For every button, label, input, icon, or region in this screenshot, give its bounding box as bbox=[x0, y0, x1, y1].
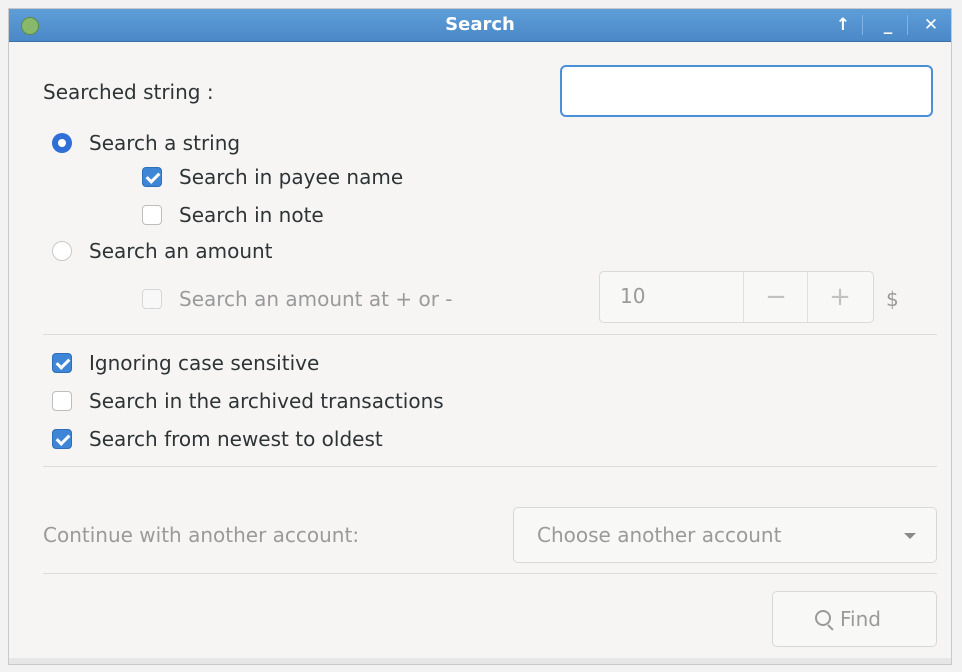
search-input[interactable] bbox=[560, 65, 933, 117]
close-button[interactable]: ✕ bbox=[919, 13, 943, 37]
note-label: Search in note bbox=[179, 203, 324, 227]
titlebar-separator bbox=[862, 15, 863, 35]
archived-label: Search in the archived transactions bbox=[89, 389, 444, 413]
window-title: Search bbox=[445, 14, 515, 35]
ignore-case-checkbox[interactable] bbox=[52, 353, 72, 373]
search-dialog: Search ↑ _ ✕ Searched string : Search a … bbox=[8, 8, 952, 665]
currency-label: $ bbox=[886, 287, 899, 311]
continue-label: Continue with another account: bbox=[43, 523, 360, 547]
ignore-case-label: Ignoring case sensitive bbox=[89, 351, 320, 375]
find-label: Find bbox=[840, 607, 881, 631]
search-amount-radio[interactable] bbox=[52, 241, 72, 261]
window-bottom-border bbox=[9, 658, 951, 664]
titlebar-separator bbox=[907, 15, 908, 35]
amount-spinner[interactable]: 10 − + bbox=[599, 271, 874, 323]
searched-string-label: Searched string : bbox=[43, 80, 214, 104]
account-combo-text: Choose another account bbox=[537, 523, 782, 547]
note-checkbox[interactable] bbox=[142, 205, 162, 225]
newest-first-checkbox[interactable] bbox=[52, 429, 72, 449]
divider bbox=[43, 466, 937, 467]
maximize-button[interactable]: ↑ bbox=[831, 13, 855, 37]
search-string-radio[interactable] bbox=[52, 133, 72, 153]
search-icon bbox=[815, 610, 831, 626]
amount-value[interactable]: 10 bbox=[620, 284, 645, 308]
divider bbox=[43, 573, 937, 574]
payee-name-label: Search in payee name bbox=[179, 165, 404, 189]
account-combo[interactable]: Choose another account bbox=[513, 507, 937, 563]
archived-checkbox[interactable] bbox=[52, 391, 72, 411]
chevron-down-icon bbox=[904, 533, 916, 539]
decrement-button[interactable]: − bbox=[743, 272, 808, 322]
newest-first-label: Search from newest to oldest bbox=[89, 427, 383, 451]
search-amount-label: Search an amount bbox=[89, 239, 273, 263]
payee-name-checkbox[interactable] bbox=[142, 167, 162, 187]
divider bbox=[43, 334, 937, 335]
search-string-label: Search a string bbox=[89, 131, 241, 155]
minimize-button[interactable]: _ bbox=[876, 13, 900, 37]
titlebar: Search ↑ _ ✕ bbox=[9, 9, 951, 42]
increment-button[interactable]: + bbox=[807, 272, 872, 322]
amount-tolerance-checkbox[interactable] bbox=[142, 289, 162, 309]
find-button[interactable]: Find bbox=[772, 591, 937, 647]
amount-tolerance-label: Search an amount at + or - bbox=[179, 287, 453, 311]
